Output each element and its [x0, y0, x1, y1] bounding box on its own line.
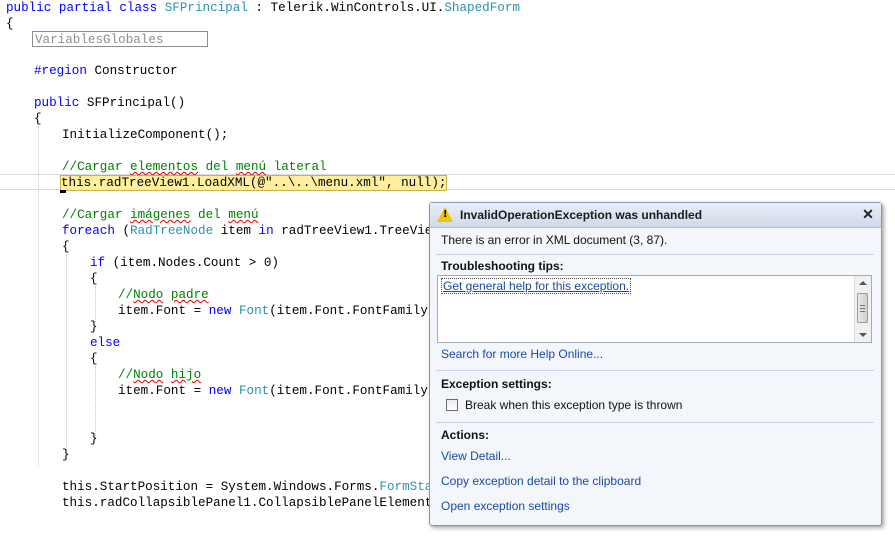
code-line: else: [90, 336, 121, 350]
code-text: (: [114, 224, 131, 238]
code-keyword: public partial class: [6, 1, 165, 15]
break-on-exception-label: Break when this exception type is thrown: [465, 398, 683, 412]
indent-guide: [38, 126, 39, 466]
code-keyword: foreach: [62, 224, 115, 238]
actions-header: Actions:: [441, 428, 489, 442]
highlighted-statement[interactable]: this.radTreeView1.LoadXML(@"..\..\menu.x…: [60, 175, 448, 191]
vertical-scrollbar[interactable]: [854, 276, 871, 342]
divider: [436, 422, 874, 423]
code-keyword: in: [258, 224, 274, 238]
comment-line: //Cargar elementos del menú lateral: [62, 160, 327, 174]
close-icon[interactable]: ✕: [861, 206, 875, 223]
scroll-thumb[interactable]: [857, 293, 868, 323]
troubleshooting-tips-list[interactable]: Get general help for this exception.: [437, 275, 872, 343]
code-line: {: [90, 272, 98, 286]
code-line: public partial class SFPrincipal : Teler…: [6, 0, 520, 16]
code-line: {: [62, 240, 70, 254]
code-line: }: [90, 432, 98, 446]
divider: [436, 254, 874, 255]
troubleshooting-tips-header: Troubleshooting tips:: [441, 259, 564, 273]
code-keyword: new: [208, 384, 232, 398]
code-line: if (item.Nodes.Count > 0): [90, 255, 279, 271]
collapsed-region-box[interactable]: VariablesGlobales: [32, 31, 208, 47]
comment-line: //Nodo padre: [118, 288, 209, 302]
code-line: public SFPrincipal(): [34, 95, 185, 111]
divider: [436, 370, 874, 371]
code-line: this.StartPosition = System.Windows.Form…: [62, 479, 463, 495]
indent-guide: [95, 286, 96, 322]
code-line: }: [62, 448, 70, 462]
exception-line[interactable]: this.radTreeView1.LoadXML(@"..\..\menu.x…: [60, 175, 448, 191]
break-on-exception-checkbox[interactable]: [446, 399, 458, 411]
code-keyword: new: [208, 304, 232, 318]
code-type: SFPrincipal: [164, 1, 248, 15]
general-help-link[interactable]: Get general help for this exception.: [441, 278, 632, 294]
indent-guide: [66, 254, 67, 462]
region-line: #region Constructor: [34, 64, 178, 78]
copy-exception-detail-link[interactable]: Copy exception detail to the clipboard: [441, 474, 641, 488]
code-line: {: [6, 17, 14, 31]
code-text: SFPrincipal(): [86, 96, 186, 110]
code-text: : Telerik.WinControls.UI.: [247, 1, 445, 15]
code-text: item.Font =: [118, 384, 209, 398]
code-line: item.Font = new Font(item.Font.FontFamil…: [118, 303, 458, 319]
code-type: RadTreeNode: [130, 224, 214, 238]
code-line: this.radCollapsiblePanel1.CollapsiblePan…: [62, 496, 463, 510]
exception-header: ! InvalidOperationException was unhandle…: [430, 203, 881, 228]
code-text: item.Font =: [118, 304, 209, 318]
comment-line: //Nodo hijo: [118, 368, 202, 382]
code-type: ShapedForm: [444, 1, 520, 15]
code-line: InitializeComponent();: [62, 128, 229, 142]
code-keyword: if: [90, 256, 106, 270]
code-line: }: [90, 320, 98, 334]
code-type: Font: [238, 384, 270, 398]
exception-message: There is an error in XML document (3, 87…: [441, 233, 668, 247]
search-help-online-link[interactable]: Search for more Help Online...: [441, 347, 603, 361]
exception-assistant: ! InvalidOperationException was unhandle…: [429, 202, 882, 526]
code-text: item: [213, 224, 259, 238]
scroll-down-icon[interactable]: [859, 333, 867, 337]
code-line: {: [34, 112, 42, 126]
code-line: foreach (RadTreeNode item in radTreeView…: [62, 223, 463, 239]
exception-title: InvalidOperationException was unhandled: [460, 208, 703, 222]
code-keyword: public: [34, 96, 87, 110]
code-type: Font: [238, 304, 270, 318]
code-line: {: [90, 352, 98, 366]
exception-settings-header: Exception settings:: [441, 377, 552, 391]
scroll-up-icon[interactable]: [859, 281, 867, 285]
statement-marker: [60, 190, 66, 193]
code-text: this.StartPosition = System.Windows.Form…: [62, 480, 380, 494]
code-text: (item.Nodes.Count > 0): [105, 256, 279, 270]
indent-guide: [95, 366, 96, 438]
open-exception-settings-link[interactable]: Open exception settings: [441, 499, 570, 513]
view-detail-link[interactable]: View Detail...: [441, 449, 511, 463]
comment-line: //Cargar imágenes del menú: [62, 208, 259, 222]
code-line: item.Font = new Font(item.Font.FontFamil…: [118, 383, 458, 399]
